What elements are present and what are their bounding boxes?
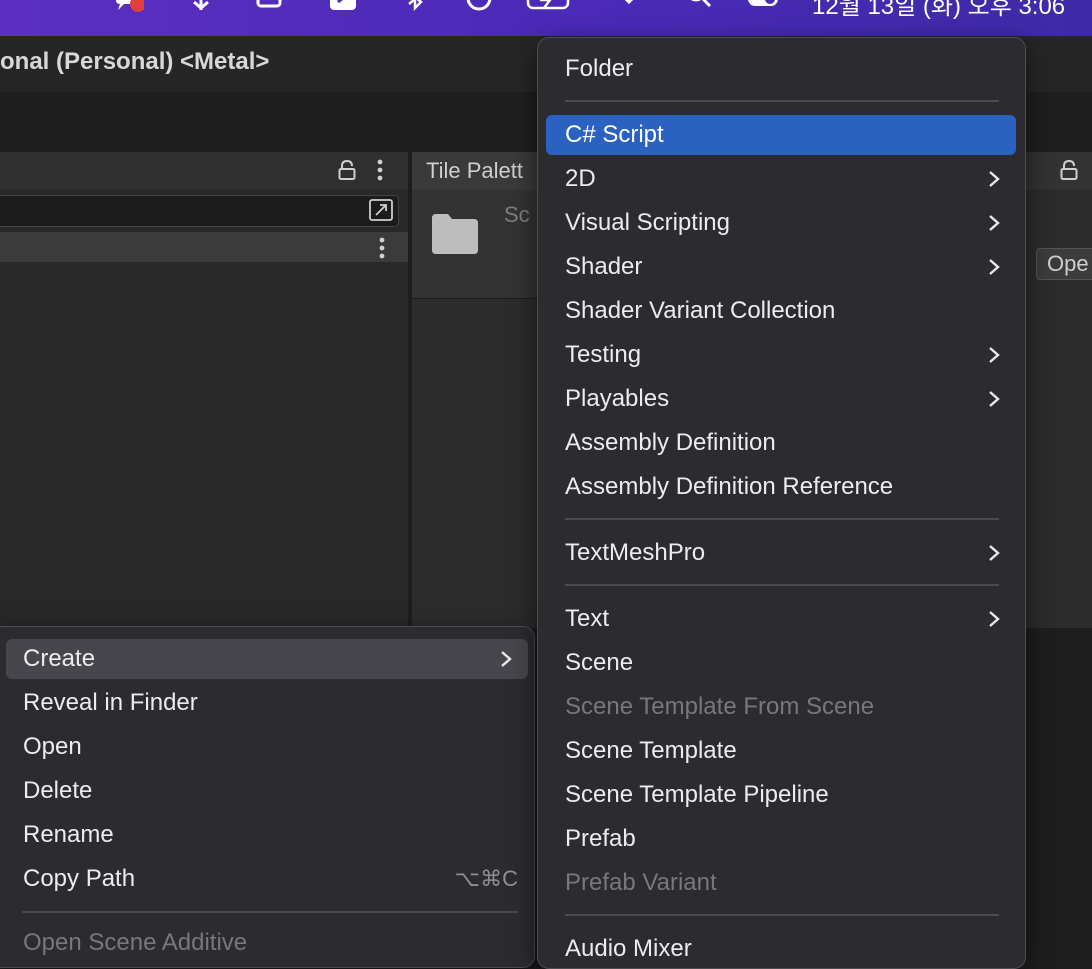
submenu-item-scene[interactable]: Scene	[546, 643, 1016, 683]
search-input[interactable]	[0, 195, 399, 227]
menu-item-label: Playables	[565, 385, 670, 412]
menu-item-label: Scene Template	[565, 737, 737, 764]
menu-item-label: Create	[23, 645, 96, 672]
submenu-item-scene-template[interactable]: Scene Template	[546, 731, 1016, 771]
search-icon[interactable]	[684, 0, 714, 14]
submenu-item-shader-variant-collection[interactable]: Shader Variant Collection	[546, 291, 1016, 331]
chevron-right-icon	[989, 215, 1000, 231]
menu-item-label: Shader Variant Collection	[565, 297, 836, 324]
menu-item-label: Scene	[565, 649, 634, 676]
chevron-right-icon	[989, 171, 1000, 187]
menu-item-create[interactable]: Create	[6, 639, 528, 679]
window-icon[interactable]	[254, 0, 284, 14]
menu-item-label: Rename	[23, 821, 114, 848]
folder-icon	[432, 214, 478, 254]
submenu-item-prefab[interactable]: Prefab	[546, 819, 1016, 859]
notification-icon[interactable]	[114, 0, 144, 14]
selected-folder-row[interactable]	[0, 232, 408, 262]
menu-item-label: Prefab	[565, 825, 636, 852]
bluetooth-icon[interactable]	[400, 0, 430, 14]
open-button[interactable]: Ope	[1036, 248, 1092, 280]
menu-item-label: Shader	[565, 253, 643, 280]
keyboard-shortcut: ⌥⌘C	[454, 866, 518, 891]
menu-separator	[22, 911, 518, 913]
menu-item-label: TextMeshPro	[565, 539, 706, 566]
dropbox-icon[interactable]	[186, 0, 216, 14]
submenu-item-scene-template-from-scene: Scene Template From Scene	[546, 687, 1016, 727]
menu-separator	[565, 914, 999, 916]
submenu-item-assembly-definition-reference[interactable]: Assembly Definition Reference	[546, 467, 1016, 507]
submenu-item-shader[interactable]: Shader	[546, 247, 1016, 287]
menu-item-label: Visual Scripting	[565, 209, 730, 236]
submenu-item-2d[interactable]: 2D	[546, 159, 1016, 199]
chevron-right-icon	[501, 651, 512, 667]
submenu-item-scene-template-pipeline[interactable]: Scene Template Pipeline	[546, 775, 1016, 815]
tab-tile-palette-label: Tile Palett	[426, 158, 524, 183]
submenu-item-prefab-variant: Prefab Variant	[546, 863, 1016, 903]
menu-item-label: Text	[565, 605, 610, 632]
menu-separator	[565, 584, 999, 586]
submenu-item-audio-mixer[interactable]: Audio Mixer	[546, 929, 1016, 969]
lock-icon[interactable]	[338, 160, 356, 180]
chevron-right-icon	[989, 259, 1000, 275]
kebab-menu-icon[interactable]	[377, 159, 383, 181]
create-submenu: Folder C# Script 2D Visual Scripting Sha…	[537, 37, 1026, 969]
menu-item-label: Delete	[23, 777, 93, 804]
timer-icon[interactable]	[464, 0, 494, 14]
menu-item-label: Copy Path	[23, 865, 136, 892]
chevron-right-icon	[989, 545, 1000, 561]
macos-menu-bar: 12월 13일 (화) 오후 3:06	[0, 0, 1092, 36]
submenu-item-playables[interactable]: Playables	[546, 379, 1016, 419]
row-kebab-icon[interactable]	[379, 237, 385, 259]
menu-item-delete[interactable]: Delete	[6, 771, 528, 811]
menu-separator	[565, 518, 999, 520]
menu-item-label: Audio Mixer	[565, 935, 692, 962]
chevron-right-icon	[989, 347, 1000, 363]
folder-label: Sc	[504, 202, 530, 227]
wifi-icon[interactable]	[614, 0, 644, 14]
menu-item-rename[interactable]: Rename	[6, 815, 528, 855]
submenu-item-assembly-definition[interactable]: Assembly Definition	[546, 423, 1016, 463]
menu-item-label: Scene Template Pipeline	[565, 781, 829, 808]
menu-item-label: Testing	[565, 341, 642, 368]
menu-separator	[565, 100, 999, 102]
submenu-item-textmeshpro[interactable]: TextMeshPro	[546, 533, 1016, 573]
menu-item-copy-path[interactable]: Copy Path ⌥⌘C	[6, 859, 528, 899]
menu-item-open-scene-additive: Open Scene Additive	[6, 923, 528, 963]
submenu-item-testing[interactable]: Testing	[546, 335, 1016, 375]
sync-icon[interactable]	[367, 197, 395, 223]
menu-item-label: Scene Template From Scene	[565, 693, 875, 720]
menubar-clock[interactable]: 12월 13일 (화) 오후 3:06	[812, 0, 1065, 21]
menu-item-open[interactable]: Open	[6, 727, 528, 767]
menu-item-reveal-in-finder[interactable]: Reveal in Finder	[6, 683, 528, 723]
menu-item-label: C# Script	[565, 121, 664, 148]
inspector-header	[1026, 152, 1092, 190]
menu-item-label: Folder	[565, 55, 634, 82]
menu-item-label: Assembly Definition	[565, 429, 776, 456]
battery-icon[interactable]	[526, 0, 576, 14]
menu-item-label: Open	[23, 733, 82, 760]
screenshot-icon[interactable]	[328, 0, 358, 14]
submenu-item-folder[interactable]: Folder	[546, 49, 1016, 89]
chevron-right-icon	[989, 611, 1000, 627]
inspector-lock-icon[interactable]	[1060, 160, 1078, 180]
submenu-item-text[interactable]: Text	[546, 599, 1016, 639]
menu-item-label: Reveal in Finder	[23, 689, 198, 716]
control-center-icon[interactable]	[746, 0, 780, 14]
submenu-item-csharp-script[interactable]: C# Script	[546, 115, 1016, 155]
menu-item-label: 2D	[565, 165, 596, 192]
submenu-item-visual-scripting[interactable]: Visual Scripting	[546, 203, 1016, 243]
menu-item-label: Assembly Definition Reference	[565, 473, 894, 500]
chevron-right-icon	[989, 391, 1000, 407]
menu-item-label: Prefab Variant	[565, 869, 717, 896]
context-menu: Create Reveal in Finder Open Delete Rena…	[0, 626, 535, 968]
window-title: onal (Personal) <Metal>	[0, 48, 270, 75]
